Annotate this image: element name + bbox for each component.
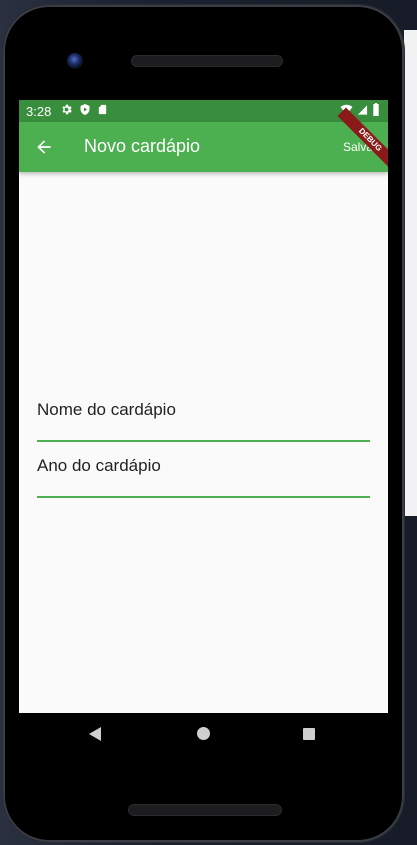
status-icons [60,103,108,116]
window-edge [404,30,417,516]
menu-year-field[interactable]: Ano do cardápio [37,456,370,500]
app-bar: Novo cardápio Salvar DEBUG [19,107,388,173]
signal-icon [357,104,368,115]
page-title: Novo cardápio [84,136,201,156]
top-speaker [131,55,283,67]
camera-lens [67,53,83,69]
system-navigation-bar [19,713,388,757]
menu-year-underline [37,496,370,498]
nav-back-icon[interactable] [89,727,101,741]
nav-recents-icon[interactable] [303,728,315,740]
bottom-speaker [128,804,282,816]
menu-year-label: Ano do cardápio [37,456,161,475]
nav-home-icon[interactable] [197,727,210,740]
status-time: 3:28 [26,104,52,119]
shield-icon [80,104,90,115]
battery-icon [373,103,379,116]
status-bar: 3:28 [19,100,388,122]
app-screen: 3:28 Novo cardápio Salvar DEBUG Nome do … [19,100,388,713]
menu-name-label: Nome do cardápio [37,400,176,419]
gear-icon [62,104,72,115]
arrow-back-icon[interactable] [34,137,54,157]
menu-name-field[interactable]: Nome do cardápio [37,400,370,444]
sd-card-icon [98,104,107,115]
menu-name-underline [37,440,370,442]
